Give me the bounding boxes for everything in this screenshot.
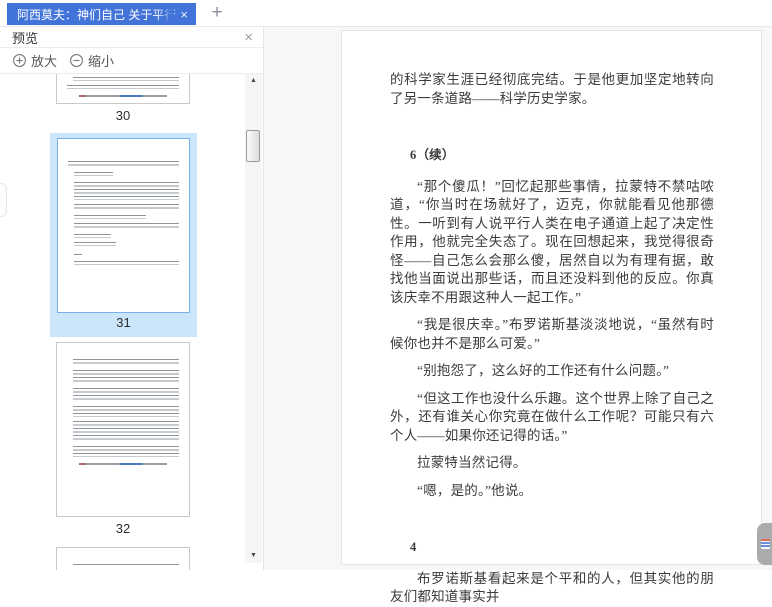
- thumbnail-list: 30 31 32: [0, 74, 245, 570]
- document-viewport: 的科学家生涯已经彻底完结。于是他更加坚定地转向了另一条道路——科学历史学家。 6…: [264, 27, 772, 604]
- side-panel-handle[interactable]: [757, 523, 772, 565]
- thumbnail-label-32: 32: [115, 521, 131, 536]
- tab-title: 阿西莫夫：神们自己 关于平行宇: [17, 7, 175, 22]
- paragraph: 布罗诺斯基看起来是个平和的人，但其实他的朋友们都知道事实并: [390, 570, 714, 605]
- thumbnail-label-31: 31: [116, 315, 131, 330]
- preview-close-icon[interactable]: ×: [244, 30, 253, 45]
- section-heading: 4: [410, 540, 417, 554]
- mini-doc-icon: [761, 539, 770, 549]
- paragraph: “但这工作也没什么乐趣。这个世界上除了自己之外，还有谁关心你究竟在做什么工作呢？…: [390, 390, 714, 443]
- zoom-out-label: 缩小: [88, 54, 115, 69]
- zoom-in-button[interactable]: 放大: [12, 51, 57, 70]
- paragraph: “别抱怨了，这么好的工作还有什么问题。”: [417, 363, 670, 378]
- preview-panel: 预览 × 放大 缩小 30 31 32 ▲ ▼: [0, 27, 264, 570]
- thumbnail-label-30: 30: [115, 108, 131, 123]
- scroll-up-icon[interactable]: ▲: [245, 74, 262, 88]
- scroll-down-icon[interactable]: ▼: [245, 549, 262, 563]
- zoom-out-icon: [70, 54, 83, 67]
- scrollbar-thumb[interactable]: [246, 130, 260, 162]
- thumbnail-selection-highlight: 31: [50, 133, 197, 337]
- thumbnail-scrollbar[interactable]: ▲ ▼: [245, 74, 262, 563]
- page-text: 的科学家生涯已经彻底完结。于是他更加坚定地转向了另一条道路——科学历史学家。 6…: [342, 31, 761, 607]
- zoom-out-button[interactable]: 缩小: [69, 51, 114, 70]
- paragraph: 的科学家生涯已经彻底完结。于是他更加坚定地转向了另一条道路——科学历史学家。: [390, 72, 714, 106]
- section-heading: 6（续）: [410, 148, 455, 162]
- thumbnail-page-30[interactable]: [56, 74, 190, 104]
- preview-panel-header: 预览 ×: [0, 27, 263, 48]
- thumbnail-page-32[interactable]: [56, 342, 190, 517]
- panel-collapse-handle[interactable]: [0, 183, 7, 217]
- paragraph: “那个傻瓜！”回忆起那些事情，拉蒙特不禁咕哝道，“你当时在场就好了，迈克，你就能…: [390, 178, 714, 305]
- preview-toolbar: 放大 缩小: [0, 48, 263, 74]
- new-tab-button[interactable]: +: [205, 1, 229, 25]
- paragraph: 拉蒙特当然记得。: [417, 455, 527, 470]
- thumbnail-page-31[interactable]: [57, 138, 190, 313]
- thumbnail-page-33[interactable]: [56, 547, 190, 570]
- tab-document[interactable]: 阿西莫夫：神们自己 关于平行宇 ×: [7, 3, 196, 25]
- tab-close-icon[interactable]: ×: [178, 7, 190, 22]
- paragraph: “我是很庆幸。”布罗诺斯基淡淡地说，“虽然有时候你也并不是那么可爱。”: [390, 317, 714, 351]
- zoom-in-icon: [13, 54, 26, 67]
- paragraph: “嗯，是的。”他说。: [417, 482, 533, 498]
- document-page: 的科学家生涯已经彻底完结。于是他更加坚定地转向了另一条道路——科学历史学家。 6…: [341, 30, 762, 604]
- preview-panel-title: 预览: [12, 30, 39, 46]
- zoom-in-label: 放大: [31, 54, 58, 69]
- thumbnail-footer-line: [79, 463, 167, 465]
- thumbnail-footer-line: [79, 95, 167, 97]
- tab-bar: 阿西莫夫：神们自己 关于平行宇 × +: [0, 0, 772, 27]
